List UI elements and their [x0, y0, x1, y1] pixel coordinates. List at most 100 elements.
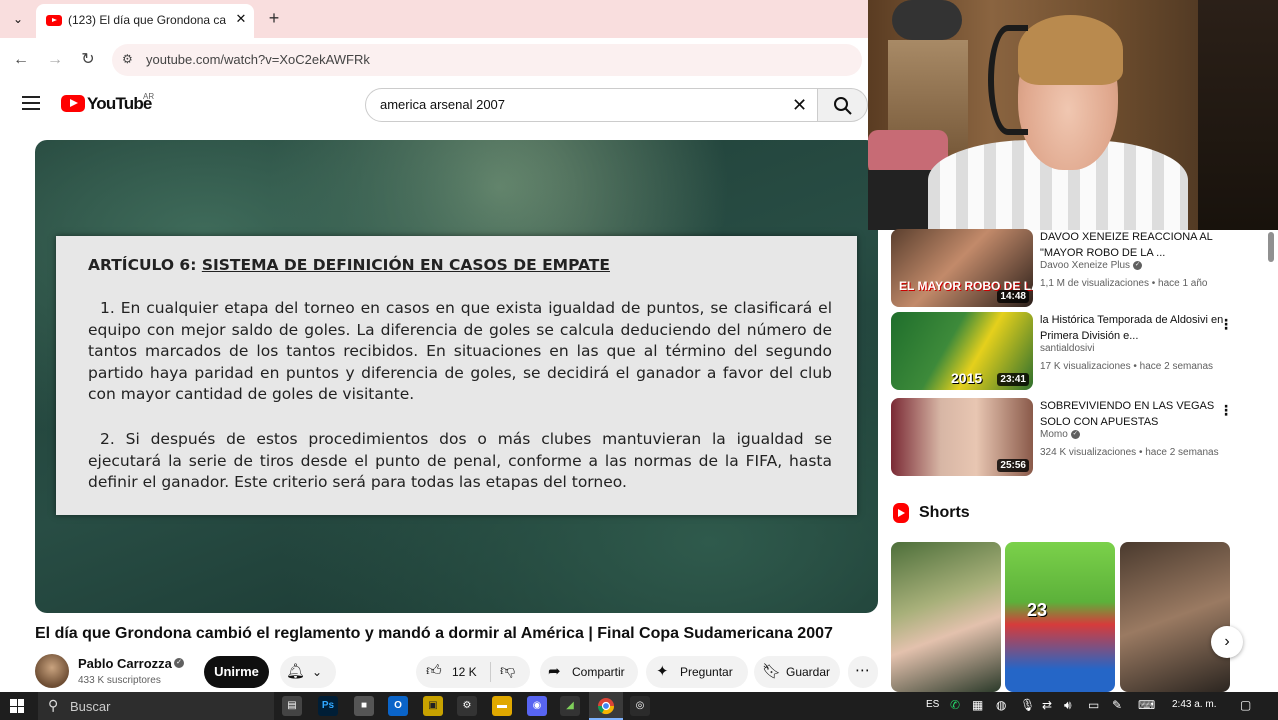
video-player[interactable]: ARTÍCULO 6: SISTEMA DE DEFINICIÓN EN CAS…	[35, 140, 878, 613]
share-label: Compartir	[572, 665, 625, 679]
short-thumbnail[interactable]	[1120, 542, 1230, 692]
search-query-text[interactable]: america arsenal 2007	[380, 97, 505, 112]
windows-start-icon[interactable]	[10, 699, 24, 713]
search-input[interactable]: america arsenal 2007 ✕	[365, 88, 818, 122]
shorts-logo-icon	[893, 503, 909, 523]
app-icon-green[interactable]: ◢	[560, 696, 580, 716]
youtube-header: YouTube AR america arsenal 2007 ✕	[0, 82, 868, 130]
recommendation-channel[interactable]: Davoo Xeneize Plus ✓	[1040, 260, 1143, 271]
recommendation-item[interactable]: 2015 23:41 la Histórica Temporada de Ald…	[891, 312, 1271, 392]
back-arrow-icon[interactable]: ←	[10, 49, 32, 71]
file-explorer-icon[interactable]: ▬	[492, 696, 512, 716]
taskbar-search-box[interactable]: ⚲ Buscar	[38, 692, 274, 720]
site-info-icon[interactable]: ⚙	[122, 52, 133, 66]
recommendation-channel[interactable]: santialdosivi	[1040, 343, 1094, 354]
tab-list-chevron-icon[interactable]: ⌄	[8, 9, 28, 29]
photoshop-icon[interactable]: Ps	[318, 696, 338, 716]
tray-app-icon[interactable]: ⇄	[1042, 698, 1052, 712]
search-button[interactable]	[818, 88, 868, 122]
search-icon	[834, 97, 852, 115]
recommendation-item[interactable]: EL MAYOR ROBO DE LA HISTO 14:48 DAVOO XE…	[891, 229, 1271, 309]
keyboard-icon[interactable]: ⌨	[1138, 698, 1155, 712]
network-icon[interactable]: ▭	[1088, 698, 1099, 712]
background-pc	[868, 170, 933, 230]
channel-name-text[interactable]: Momo	[1040, 429, 1068, 440]
tab-title: (123) El día que Grondona camb	[68, 13, 226, 27]
channel-name[interactable]: Pablo Carrozza	[78, 656, 172, 671]
chrome-taskbar-button[interactable]	[589, 692, 623, 720]
recommendation-title[interactable]: DAVOO XENEIZE REACCIONA AL "MAYOR ROBO D…	[1040, 229, 1230, 261]
recommendation-title[interactable]: SOBREVIVIENDO EN LAS VEGAS SOLO CON APUE…	[1040, 398, 1230, 430]
ask-button[interactable]: ✦ Preguntar	[646, 656, 748, 688]
notifications-icon[interactable]: ▢	[1240, 698, 1251, 712]
tab-close-icon[interactable]: ✕	[232, 10, 250, 28]
address-bar[interactable]: ⚙ youtube.com/watch?v=XoC2ekAWFRk	[112, 44, 862, 76]
reload-icon[interactable]: ↻	[77, 49, 99, 71]
app-icon-yellow[interactable]: ▣	[423, 696, 443, 716]
ask-label: Preguntar	[680, 665, 733, 679]
divider	[490, 662, 491, 682]
volume-icon[interactable]: 🔊︎	[1064, 698, 1072, 713]
more-vertical-icon[interactable]: ⋮	[1219, 402, 1233, 419]
task-view-icon[interactable]: ▤	[282, 696, 302, 716]
chevron-down-icon: ⌄	[312, 665, 323, 679]
video-thumbnail[interactable]: 25:56	[891, 398, 1033, 476]
shorts-heading: Shorts	[919, 504, 970, 521]
whatsapp-icon[interactable]: ✆	[950, 698, 960, 712]
obs-icon[interactable]: ◎	[630, 696, 650, 716]
youtube-logo-text[interactable]: YouTube	[87, 94, 152, 114]
short-thumbnail[interactable]: 23	[1005, 542, 1115, 692]
tray-app-icon[interactable]: ◍	[996, 698, 1006, 712]
join-button[interactable]: Unirme	[204, 656, 269, 688]
youtube-logo-icon[interactable]	[61, 95, 85, 112]
video-thumbnail[interactable]: 2015 23:41	[891, 312, 1033, 390]
share-button[interactable]: ➦ Compartir	[540, 656, 638, 688]
language-indicator[interactable]: ES	[926, 699, 939, 710]
browser-tab-active[interactable]: (123) El día que Grondona camb ✕	[36, 4, 254, 38]
search-icon: ⚲	[48, 697, 59, 713]
new-tab-button[interactable]: +	[264, 8, 284, 28]
recommendation-meta: 1,1 M de visualizaciones • hace 1 año	[1040, 278, 1208, 289]
more-vertical-icon[interactable]: ⋮	[1219, 316, 1233, 333]
share-icon: ➦	[548, 663, 561, 680]
article-paragraph-2: 2. Si después de estos procedimientos do…	[88, 430, 832, 491]
notifications-button[interactable]: 🔔︎ ⌄	[280, 656, 336, 688]
like-dislike-group: 👍︎ 12 K 👎︎	[416, 656, 530, 688]
save-button[interactable]: 🔖︎ Guardar	[754, 656, 840, 688]
url-text[interactable]: youtube.com/watch?v=XoC2ekAWFRk	[146, 52, 370, 67]
like-icon[interactable]: 👍︎	[426, 662, 442, 680]
video-title: El día que Grondona cambió el reglamento…	[35, 625, 833, 642]
dislike-icon[interactable]: 👎︎	[500, 662, 515, 680]
recommendation-channel[interactable]: Momo ✓	[1040, 429, 1080, 440]
channel-avatar[interactable]	[35, 654, 69, 688]
browser-nav-bar: ← → ↻ ⚙ youtube.com/watch?v=XoC2ekAWFRk	[0, 38, 868, 82]
hamburger-menu-icon[interactable]	[22, 96, 40, 110]
article-paragraph-1: 1. En cualquier etapa del torneo en caso…	[88, 299, 832, 403]
taskbar-clock[interactable]: 2:43 a. m.	[1172, 699, 1216, 710]
bookmark-icon: 🔖︎	[762, 663, 782, 680]
discord-icon[interactable]: ◉	[527, 696, 547, 716]
windows-taskbar: ⚲ Buscar ▤ Ps ■ O ▣ ⚙ ▬ ◉ ◢ ◎ ES ✆ ▦ ◍ 🎙…	[0, 692, 1278, 720]
app-icon[interactable]: ■	[354, 696, 374, 716]
headset	[988, 25, 1028, 135]
shorts-next-arrow-icon[interactable]: ›	[1211, 626, 1243, 658]
more-actions-button[interactable]: ⋯	[848, 656, 878, 688]
person-hair	[1018, 15, 1123, 85]
sidebar-scrollbar[interactable]	[1268, 232, 1274, 262]
steam-icon[interactable]: ⚙	[457, 696, 477, 716]
outlook-icon[interactable]: O	[388, 696, 408, 716]
subscriber-count: 433 K suscriptores	[78, 675, 161, 686]
recommendation-item[interactable]: 25:56 SOBREVIVIENDO EN LAS VEGAS SOLO CO…	[891, 398, 1271, 478]
like-count[interactable]: 12 K	[452, 665, 477, 679]
short-thumbnail[interactable]	[891, 542, 1001, 692]
channel-name-text[interactable]: Davoo Xeneize Plus	[1040, 260, 1130, 271]
video-thumbnail[interactable]: EL MAYOR ROBO DE LA HISTO 14:48	[891, 229, 1033, 307]
verified-check-icon: ✓	[1070, 429, 1080, 439]
pen-icon[interactable]: ✎	[1112, 698, 1122, 712]
microphone-icon[interactable]: 🎙︎	[1020, 698, 1035, 712]
recommendation-title[interactable]: la Histórica Temporada de Aldosivi en Pr…	[1040, 312, 1230, 344]
clear-search-icon[interactable]: ✕	[792, 95, 807, 115]
taskbar-search-placeholder[interactable]: Buscar	[70, 699, 110, 714]
tray-app-icon[interactable]: ▦	[972, 698, 983, 712]
forward-arrow-icon[interactable]: →	[44, 49, 66, 71]
